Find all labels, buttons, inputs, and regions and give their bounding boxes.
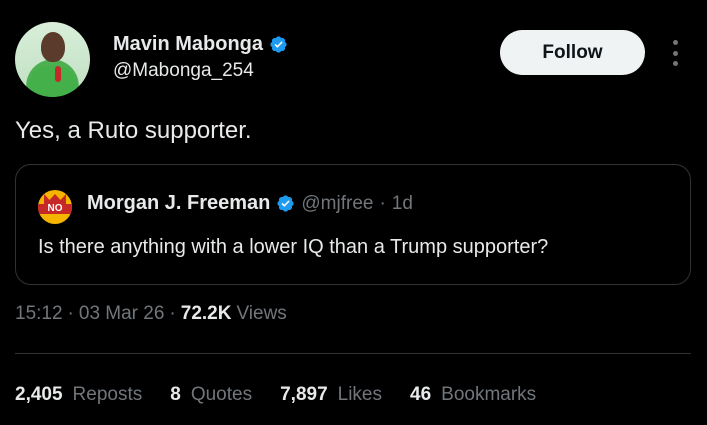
quoted-text: Is there anything with a lower IQ than a… xyxy=(38,236,549,258)
stat-label: Likes xyxy=(337,384,382,405)
follow-button[interactable]: Follow xyxy=(500,30,645,75)
avatar-head xyxy=(41,32,65,62)
views-label: Views xyxy=(236,303,287,324)
quoted-name[interactable]: Morgan J. Freeman xyxy=(87,192,270,215)
stat-number: 7,897 xyxy=(280,384,328,405)
tweet-text: Yes, a Ruto supporter. xyxy=(15,117,252,144)
author-avatar[interactable] xyxy=(15,22,90,97)
quoted-handle[interactable]: @mjfree xyxy=(301,193,373,215)
separator-dot: · xyxy=(67,303,74,324)
tweet-meta: 15:12 · 03 Mar 26 · 72.2K Views xyxy=(15,303,287,325)
quotes-stat[interactable]: 8 Quotes xyxy=(170,384,252,406)
quoted-avatar[interactable]: NO xyxy=(38,190,72,224)
dot xyxy=(672,61,678,66)
verified-badge-icon xyxy=(270,36,287,53)
stat-label: Reposts xyxy=(72,384,143,405)
bookmarks-stat[interactable]: 46 Bookmarks xyxy=(410,384,536,406)
quoted-header: Morgan J. Freeman @mjfree · 1d xyxy=(87,192,413,215)
divider xyxy=(15,353,691,354)
engagement-stats: 2,405 Reposts 8 Quotes 7,897 Likes 46 Bo… xyxy=(15,384,564,406)
stat-number: 2,405 xyxy=(15,384,63,405)
dot xyxy=(672,40,678,45)
author-name[interactable]: Mavin Mabonga xyxy=(113,33,263,56)
likes-stat[interactable]: 7,897 Likes xyxy=(280,384,382,406)
reposts-stat[interactable]: 2,405 Reposts xyxy=(15,384,142,406)
separator-dot: · xyxy=(379,192,386,214)
author-name-row: Mavin Mabonga xyxy=(113,33,288,56)
tweet-time[interactable]: 15:12 xyxy=(15,303,63,325)
stat-label: Quotes xyxy=(190,384,253,405)
verified-badge-icon xyxy=(277,195,295,212)
quoted-tweet[interactable]: NO Morgan J. Freeman @mjfree · 1d Is the… xyxy=(15,164,691,285)
author-handle[interactable]: @Mabonga_254 xyxy=(113,60,254,82)
separator-dot: · xyxy=(169,303,176,324)
quoted-time[interactable]: 1d xyxy=(392,193,413,215)
avatar-shirt xyxy=(29,66,77,97)
more-options-icon[interactable] xyxy=(670,40,680,66)
stat-number: 46 xyxy=(410,384,432,405)
dot xyxy=(672,50,678,56)
quoted-avatar-text: NO xyxy=(38,204,72,214)
avatar-mic xyxy=(55,66,61,82)
tweet-date[interactable]: 03 Mar 26 xyxy=(79,303,165,325)
views-count: 72.2K xyxy=(180,303,232,324)
stat-number: 8 xyxy=(170,384,181,405)
stat-label: Bookmarks xyxy=(441,384,537,405)
